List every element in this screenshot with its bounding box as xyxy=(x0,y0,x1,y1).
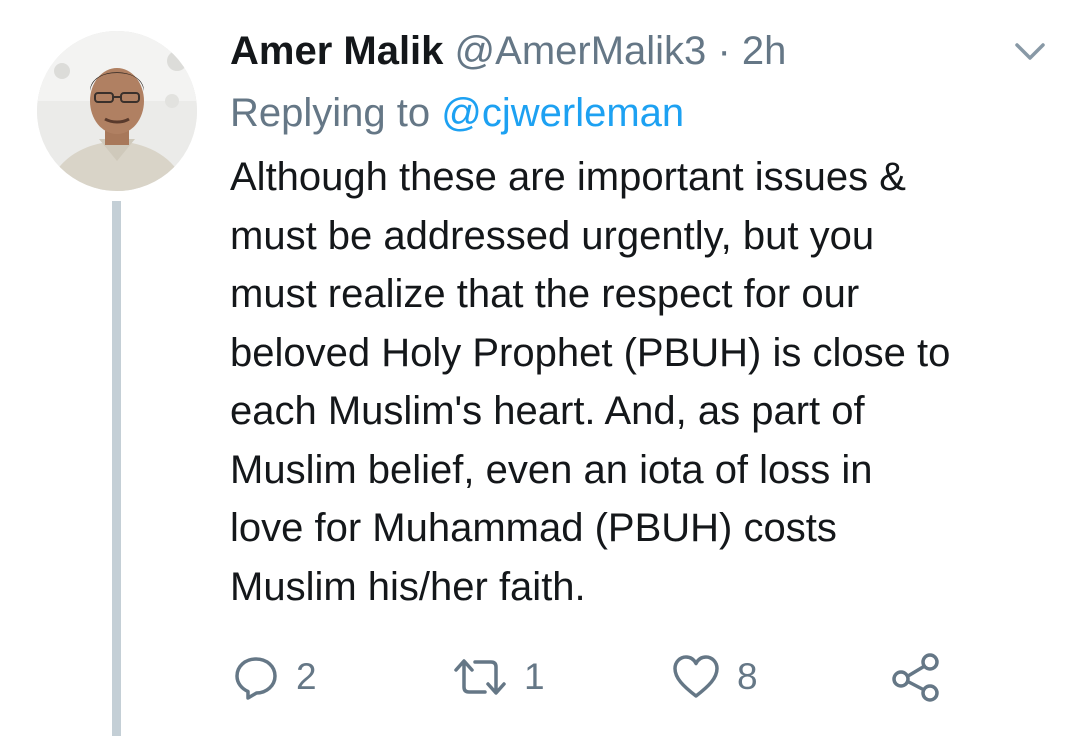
tweet-header: Amer Malik @AmerMalik3 · 2h xyxy=(230,22,786,80)
chevron-down-icon[interactable] xyxy=(1013,38,1047,64)
author-handle[interactable]: @AmerMalik3 xyxy=(455,29,707,73)
tweet-body-line: beloved Holy Prophet (PBUH) is close to xyxy=(230,330,951,375)
reply-icon xyxy=(232,653,280,701)
timestamp[interactable]: 2h xyxy=(742,29,787,73)
tweet[interactable]: Amer Malik @AmerMalik3 · 2h Replying to … xyxy=(0,0,1077,736)
tweet-body-line: each Muslim's heart. And, as part of xyxy=(230,389,865,433)
tweet-body-line: Muslim his/her faith. xyxy=(230,564,586,609)
tweet-body-line: must realize that the respect for our xyxy=(230,272,860,316)
separator-dot: · xyxy=(717,29,731,73)
tweet-body-line: love for Muhammad (PBUH) costs xyxy=(230,506,837,550)
tweet-body: Although these are important issues & mu… xyxy=(230,148,1050,616)
share-icon xyxy=(890,651,942,703)
retweet-count: 1 xyxy=(524,656,545,697)
author-name[interactable]: Amer Malik xyxy=(230,29,443,73)
tweet-body-line: must be addressed urgently, but you xyxy=(230,213,875,258)
heart-icon xyxy=(671,653,721,701)
like-count: 8 xyxy=(737,656,758,697)
replying-prefix: Replying to xyxy=(230,91,431,135)
reply-button[interactable]: 2 xyxy=(232,650,317,704)
reply-count: 2 xyxy=(296,656,317,697)
replying-to: Replying to @cjwerleman xyxy=(230,85,684,141)
like-button[interactable]: 8 xyxy=(671,650,758,704)
share-button[interactable] xyxy=(890,650,942,704)
tweet-body-line: Muslim belief, even an iota of loss in xyxy=(230,447,873,492)
avatar[interactable] xyxy=(37,31,197,191)
tweet-body-line: Although these are important issues & xyxy=(230,155,906,199)
replying-handle-link[interactable]: @cjwerleman xyxy=(441,91,684,135)
thread-line xyxy=(112,201,121,736)
retweet-button[interactable]: 1 xyxy=(452,650,545,704)
retweet-icon xyxy=(452,653,508,701)
